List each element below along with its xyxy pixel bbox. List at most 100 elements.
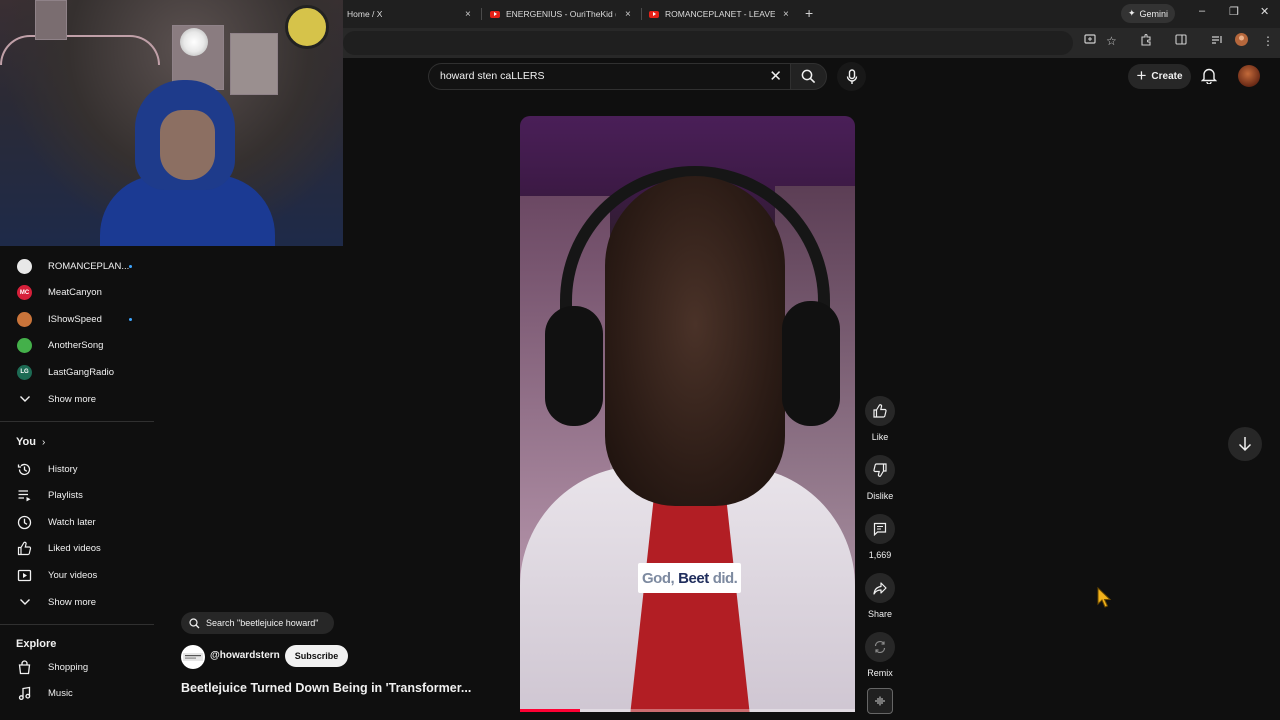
- minimize-button[interactable]: –: [1199, 5, 1205, 17]
- share-button[interactable]: Share: [862, 573, 898, 619]
- remix-button[interactable]: Remix: [862, 632, 898, 678]
- create-button[interactable]: + Create: [1128, 64, 1191, 89]
- webcam-overlay: [0, 0, 343, 246]
- clear-search-icon[interactable]: ✕: [769, 67, 782, 85]
- sidebar-subscription-romanceplan[interactable]: ROMANCEPLAN...: [0, 253, 154, 279]
- webcam-streamer: [100, 80, 275, 246]
- share-arrow-icon: [873, 581, 887, 595]
- next-short-button[interactable]: [1228, 427, 1262, 461]
- tab-close-icon[interactable]: ×: [625, 9, 631, 20]
- explore-heading: Explore: [16, 638, 57, 650]
- sidebar: ROMANCEPLAN... MC MeatCanyon IShowSpeed Anot…: [0, 246, 154, 720]
- channel-avatar[interactable]: [181, 645, 205, 669]
- channel-avatar-image: [17, 258, 32, 274]
- like-label: Like: [871, 432, 889, 442]
- tab-romanceplanet[interactable]: ROMANCEPLANET - LEAVE TOI ×: [649, 4, 797, 24]
- channel-avatar: MC: [17, 285, 32, 301]
- sidebar-subscription-lastgangradio[interactable]: LG LastGangRadio: [0, 359, 154, 385]
- comments-button[interactable]: 1,669: [862, 514, 898, 560]
- restore-button[interactable]: ❐: [1229, 5, 1239, 18]
- browser-menu-icon[interactable]: ⋮: [1262, 34, 1274, 48]
- sound-thumbnail-button[interactable]: [867, 688, 893, 714]
- comments-circle: [865, 514, 895, 544]
- channel-handle[interactable]: @howardstern: [210, 650, 280, 661]
- sidebar-item-your-videos[interactable]: Your videos: [0, 562, 154, 588]
- sidebar-item-history[interactable]: History: [0, 456, 154, 482]
- tab-close-icon[interactable]: ×: [783, 9, 789, 20]
- arrow-down-icon: [1238, 437, 1252, 452]
- sidebar-item-label: History: [48, 463, 78, 475]
- short-video-player[interactable]: God, Beet did.: [520, 116, 855, 712]
- profile-avatar-icon[interactable]: [1235, 33, 1248, 49]
- sidebar-item-watch-later[interactable]: Watch later: [0, 509, 154, 535]
- sidebar-item-label: Liked videos: [48, 543, 101, 555]
- short-title[interactable]: Beetlejuice Turned Down Being in 'Transf…: [181, 681, 476, 695]
- tab-energenius[interactable]: ENERGENIUS - OuriTheKid (Offi ×: [490, 4, 640, 24]
- channel-avatar-image: LG: [17, 364, 32, 380]
- microphone-icon: [846, 68, 857, 84]
- related-search-chip[interactable]: Search "beetlejuice howard": [181, 612, 334, 634]
- sidebar-item-shopping[interactable]: Shopping: [0, 654, 154, 680]
- dislike-button[interactable]: Dislike: [862, 455, 898, 501]
- search-icon: [189, 617, 200, 628]
- share-label: Share: [867, 609, 893, 619]
- sidebar-item-music[interactable]: Music: [0, 681, 154, 707]
- sidebar-item-label: Music: [48, 688, 73, 700]
- new-content-dot: [129, 264, 132, 268]
- sidebar-item-liked-videos[interactable]: Liked videos: [0, 536, 154, 562]
- subscribe-button[interactable]: Subscribe: [285, 645, 348, 667]
- tab-title: ROMANCEPLANET - LEAVE TOI: [665, 9, 775, 19]
- search-button[interactable]: [790, 63, 827, 90]
- tab-title: Home / X: [347, 9, 383, 19]
- subscription-label: ROMANCEPLAN...: [48, 260, 130, 272]
- cast-icon[interactable]: [1084, 34, 1096, 48]
- sidebar-subscription-meatcanyon[interactable]: MC MeatCanyon: [0, 280, 154, 306]
- caption-text: God,: [642, 569, 675, 587]
- show-more-label: Show more: [48, 596, 97, 608]
- show-more-you[interactable]: Show more: [0, 589, 154, 615]
- video-progress-fill: [520, 709, 581, 712]
- tab-close-icon[interactable]: ×: [465, 9, 471, 20]
- chevron-right-icon: ›: [41, 436, 46, 448]
- channel-avatar-image: MC: [17, 285, 32, 301]
- sidebar-item-label: Shopping: [48, 661, 89, 673]
- search-input[interactable]: howard sten caLLERS ✕: [428, 63, 790, 90]
- youtube-favicon-icon: [649, 10, 659, 18]
- webcam-face: [160, 110, 215, 180]
- chevron-down-icon: [17, 595, 32, 610]
- channel-avatar: [17, 258, 32, 274]
- dislike-circle: [865, 455, 895, 485]
- bookmark-star-icon[interactable]: ☆: [1106, 34, 1117, 48]
- show-more-subscriptions[interactable]: Show more: [0, 386, 154, 412]
- comments-count: 1,669: [868, 550, 892, 560]
- history-icon: [17, 462, 32, 477]
- channel-avatar-image: [17, 311, 32, 327]
- voice-search-button[interactable]: [837, 62, 866, 91]
- sidebar-subscription-ishowspeed[interactable]: IShowSpeed: [0, 306, 154, 332]
- sidebar-subscription-anothersong[interactable]: AnotherSong: [0, 333, 154, 359]
- sidebar-item-playlists[interactable]: Playlists: [0, 483, 154, 509]
- caption-text: did.: [712, 569, 738, 587]
- notifications-bell-icon[interactable]: [1200, 67, 1218, 87]
- youtube-favicon-icon: [490, 10, 500, 18]
- gemini-label: Gemini: [1139, 8, 1169, 19]
- extensions-icon[interactable]: [1140, 33, 1152, 49]
- sidebar-item-label: Watch later: [48, 516, 96, 528]
- gemini-button[interactable]: ✦ Gemini: [1121, 4, 1175, 23]
- sidebar-item-label: Playlists: [48, 490, 83, 502]
- media-controls-icon[interactable]: [1211, 34, 1223, 48]
- side-panel-icon[interactable]: [1175, 34, 1187, 48]
- address-bar[interactable]: [343, 31, 1073, 55]
- account-avatar[interactable]: [1238, 65, 1260, 87]
- tab-divider: [481, 8, 482, 20]
- tab-home-x[interactable]: Home / X ×: [347, 4, 477, 24]
- like-button[interactable]: Like: [862, 396, 898, 442]
- you-section-header[interactable]: You ›: [16, 436, 45, 448]
- close-window-button[interactable]: ✕: [1260, 5, 1269, 18]
- remix-label: Remix: [867, 668, 893, 678]
- video-progress-bar[interactable]: [520, 709, 855, 712]
- search-icon: [801, 69, 816, 84]
- share-circle: [865, 573, 895, 603]
- new-tab-button[interactable]: +: [805, 5, 813, 21]
- subscription-label: IShowSpeed: [48, 313, 102, 325]
